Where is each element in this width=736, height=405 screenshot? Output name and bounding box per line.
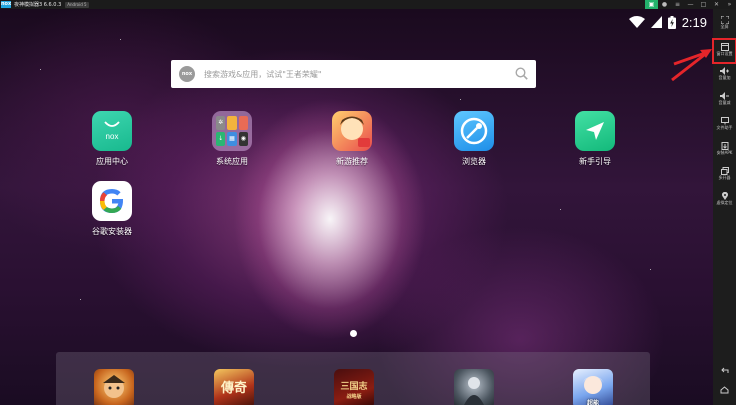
gift-icon[interactable]: ▣ [645, 0, 658, 9]
android-version-badge: Android 5 [65, 1, 89, 8]
sidebar-multi-instance[interactable]: 多开器 [713, 166, 736, 186]
beginner-guide[interactable]: 新手引导 [560, 111, 630, 167]
sidebar-volume-down[interactable]: 音量减 [713, 91, 736, 111]
signal-icon [650, 16, 662, 28]
window-title: 夜神模拟器3 6.6.0.3 [14, 2, 62, 8]
sidebar-window-settings[interactable]: 窗口设置 [712, 38, 736, 64]
nox-logo: nox [1, 1, 12, 8]
browser[interactable]: 浏览器 [439, 111, 509, 167]
system-apps-folder[interactable]: ✲ ↓ ▦ ◉ 系统应用 [197, 111, 267, 167]
maximize-icon[interactable]: □ [697, 0, 710, 9]
sidebar-back[interactable] [713, 366, 736, 380]
volume-down-icon [720, 92, 729, 100]
app-center-label: 应用中心 [96, 157, 128, 166]
beginner-guide-label: 新手引导 [579, 157, 611, 166]
status-bar: 2:19 [628, 14, 707, 30]
new-games-icon [332, 111, 372, 151]
title-actions: ▣ ● ≡ — □ ✕ » [645, 0, 736, 9]
battery-icon [667, 15, 676, 29]
multi-icon [720, 167, 729, 175]
sidebar-home[interactable] [713, 385, 736, 399]
system-apps-label: 系统应用 [216, 157, 248, 166]
home-icon [720, 386, 729, 394]
location-icon [721, 192, 728, 200]
menu-icon[interactable]: ≡ [671, 0, 684, 9]
dock-game-3[interactable]: 三国志 战略版 [334, 369, 374, 405]
minimize-icon[interactable]: — [684, 0, 697, 9]
search-bar[interactable]: nox [171, 60, 536, 88]
app-center[interactable]: nox 应用中心 [77, 111, 147, 167]
new-games[interactable]: 新游推荐 [317, 111, 387, 167]
user-icon[interactable]: ● [658, 0, 671, 9]
search-input[interactable] [204, 69, 504, 79]
dock-game-1[interactable] [94, 369, 134, 405]
sidebar-volume-up[interactable]: 音量加 [713, 66, 736, 86]
volume-up-icon [720, 67, 729, 75]
annotation-arrow [671, 49, 712, 82]
dock-game-5[interactable]: 超能 [573, 369, 613, 405]
sidebar-install-apk[interactable]: 安装APK [713, 141, 736, 161]
google-icon [92, 181, 132, 221]
dock-game-4[interactable] [454, 369, 494, 405]
sidebar-file-assistant[interactable]: 文件助手 [713, 116, 736, 136]
page-indicator-dot[interactable] [350, 330, 357, 337]
sidebar-virtual-location[interactable]: 虚拟定位 [713, 191, 736, 211]
wifi-icon [628, 16, 645, 28]
search-icon[interactable] [515, 67, 528, 80]
tool-sidebar: 全屏 窗口设置 音量加 音量减 文件助手 安装APK 多开器 虚拟定位 [712, 9, 736, 405]
nox-search-logo: nox [179, 66, 195, 82]
apk-icon [721, 142, 728, 150]
navigation-arrow-icon [575, 111, 615, 151]
browser-icon [454, 111, 494, 151]
close-icon[interactable]: ✕ [710, 0, 723, 9]
title-bar: nox 夜神模拟器3 6.6.0.3 Android 5 ▣ ● ≡ — □ ✕… [0, 0, 736, 9]
window-icon [720, 43, 729, 51]
dock: 傳奇 三国志 战略版 超能 [56, 352, 650, 405]
google-installer-label: 谷歌安装器 [92, 227, 132, 236]
new-games-label: 新游推荐 [336, 157, 368, 166]
fullscreen-icon [720, 16, 729, 24]
app-center-icon: nox [92, 111, 132, 151]
google-installer[interactable]: 谷歌安装器 [77, 181, 147, 237]
dock-game-2[interactable]: 傳奇 [214, 369, 254, 405]
monitor-icon [720, 117, 729, 125]
browser-label: 浏览器 [462, 157, 486, 166]
folder-icon: ✲ ↓ ▦ ◉ [212, 111, 252, 151]
expand-icon[interactable]: » [723, 0, 736, 9]
clock: 2:19 [681, 14, 707, 30]
back-icon [721, 367, 729, 373]
sidebar-fullscreen[interactable]: 全屏 [713, 15, 736, 35]
android-screen: 2:19 nox nox 应用中心 ✲ ↓▦◉ 系统应用 新游推荐 浏览器 [0, 9, 713, 405]
